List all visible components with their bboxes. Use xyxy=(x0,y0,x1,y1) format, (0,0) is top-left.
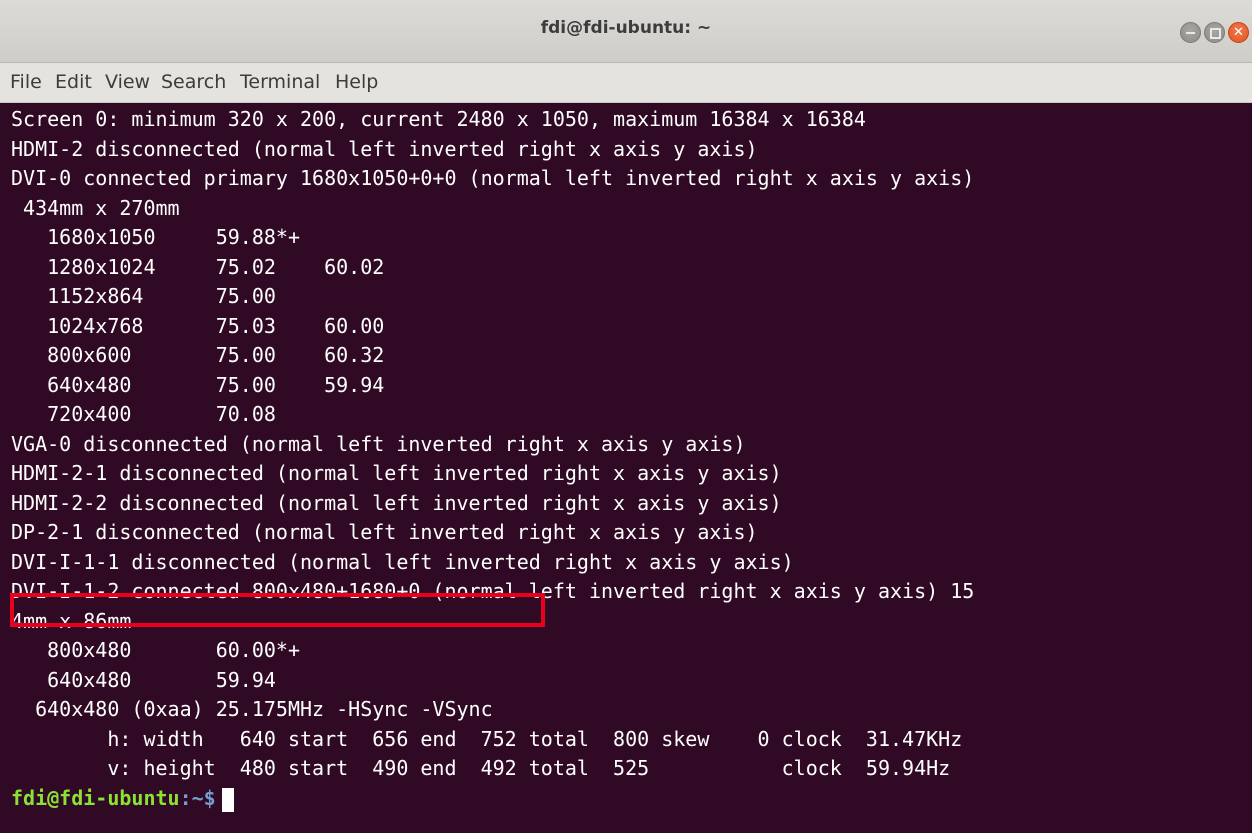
terminal-line: DP-2-1 disconnected (normal left inverte… xyxy=(11,520,758,544)
terminal-line: VGA-0 disconnected (normal left inverted… xyxy=(11,432,746,456)
terminal-line: 640x480 (0xaa) 25.175MHz -HSync -VSync xyxy=(11,697,493,721)
terminal-line: v: height 480 start 490 end 492 total 52… xyxy=(11,756,951,780)
terminal-line: h: width 640 start 656 end 752 total 800… xyxy=(11,727,963,751)
prompt-user: fdi@fdi-ubuntu xyxy=(11,786,180,810)
terminal-line: 1024x768 75.03 60.00 xyxy=(11,314,385,338)
terminal-line: HDMI-2-2 disconnected (normal left inver… xyxy=(11,491,782,515)
menu-terminal[interactable]: Terminal xyxy=(240,71,320,93)
terminal-line: DVI-I-1-1 disconnected (normal left inve… xyxy=(11,550,794,574)
menu-bar: File Edit View Search Terminal Help xyxy=(0,63,1252,103)
terminal-line: 640x480 59.94 xyxy=(11,668,276,692)
terminal-line: 800x600 75.00 60.32 xyxy=(11,343,385,367)
terminal-output[interactable]: Screen 0: minimum 320 x 200, current 248… xyxy=(11,104,1252,833)
menu-file[interactable]: File xyxy=(10,71,42,93)
menu-help[interactable]: Help xyxy=(335,71,378,93)
terminal-line: HDMI-2 disconnected (normal left inverte… xyxy=(11,137,758,161)
terminal-line: 800x480 60.00*+ xyxy=(11,638,300,662)
menu-edit[interactable]: Edit xyxy=(55,71,92,93)
close-icon[interactable]: ✕ xyxy=(1228,22,1249,43)
minimize-icon[interactable] xyxy=(1180,22,1201,43)
maximize-icon[interactable] xyxy=(1204,22,1225,43)
title-bar[interactable]: fdi@fdi-ubuntu: ~ ✕ xyxy=(0,0,1252,63)
terminal-line: DVI-0 connected primary 1680x1050+0+0 (n… xyxy=(11,166,975,190)
window-title: fdi@fdi-ubuntu: ~ xyxy=(540,18,712,38)
terminal-line: 1680x1050 59.88*+ xyxy=(11,225,300,249)
terminal-window: fdi@fdi-ubuntu: ~ ✕ File Edit View Searc… xyxy=(0,0,1252,833)
terminal-line: HDMI-2-1 disconnected (normal left inver… xyxy=(11,461,782,485)
highlight-box xyxy=(10,593,545,627)
terminal-line: Screen 0: minimum 320 x 200, current 248… xyxy=(11,107,866,131)
terminal-line: 434mm x 270mm xyxy=(11,196,180,220)
command-prompt[interactable]: fdi@fdi-ubuntu:~$ xyxy=(11,784,234,813)
text-cursor xyxy=(221,787,234,812)
menu-search[interactable]: Search xyxy=(161,71,226,93)
terminal-line: 720x400 70.08 xyxy=(11,402,276,426)
terminal-line: 640x480 75.00 59.94 xyxy=(11,373,385,397)
prompt-path: :~$ xyxy=(179,786,216,810)
terminal-line: 1280x1024 75.02 60.02 xyxy=(11,255,385,279)
terminal-line: 1152x864 75.00 xyxy=(11,284,276,308)
menu-view[interactable]: View xyxy=(105,71,150,93)
